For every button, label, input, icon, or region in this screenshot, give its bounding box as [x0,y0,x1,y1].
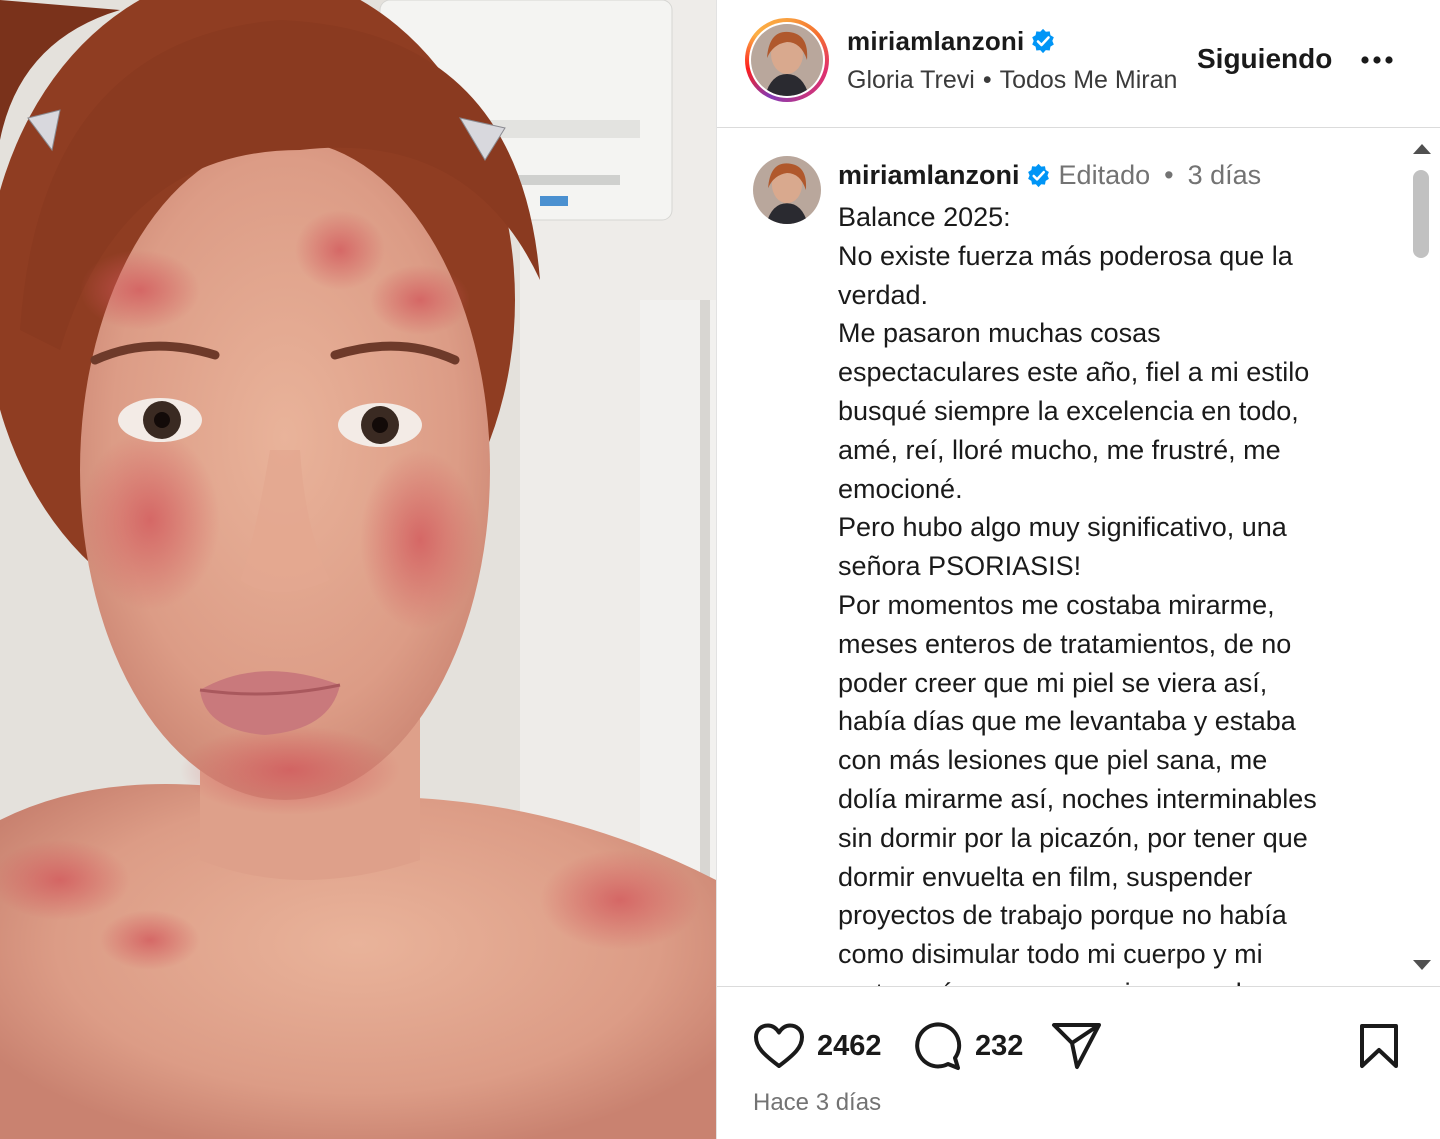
caption-line: dolía mirarme así, noches interminables [838,783,1317,814]
heart-icon[interactable] [753,1023,805,1069]
story-ring[interactable] [745,18,829,102]
bookmark-icon[interactable] [1359,1023,1399,1069]
scroll-down-arrow-icon[interactable] [1413,960,1431,970]
post-header: miriamlanzoni Gloria Trevi • Todos Me Mira… [717,0,1440,128]
caption-line: sin dormir por la picazón, por tener que [838,822,1308,853]
caption-time[interactable]: 3 días [1188,160,1262,190]
comment-count[interactable]: 232 [975,1030,1023,1063]
caption-line: espectaculares este año, fiel a mi estil… [838,357,1310,388]
post-detail-panel: miriamlanzoni Gloria Trevi • Todos Me Mira… [716,0,1440,1139]
header-username[interactable]: miriamlanzoni [847,26,1024,56]
caption-line: con más lesiones que piel sana, me [838,745,1268,776]
action-bar: 2462 232 Hace 3 días [717,986,1440,1139]
verified-badge-icon [1032,28,1055,54]
music-song[interactable]: Todos Me Miran [1000,66,1178,94]
caption-line: poder creer que mi piel se viera así, [838,667,1268,698]
caption-line: Por momentos me costaba mirarme, [838,589,1275,620]
caption-line: busqué siempre la excelencia en todo, [838,395,1299,426]
edited-label: Editado [1058,160,1151,190]
scroll-up-arrow-icon[interactable] [1413,144,1431,154]
caption-line: como disimular todo mi cuerpo y mi [838,939,1263,970]
more-horizontal-icon[interactable] [1357,48,1397,72]
caption-line: había días que me levantaba y estaba [838,706,1296,737]
following-button[interactable]: Siguiendo [1197,43,1332,75]
music-separator: • [982,66,992,94]
caption-line: amé, reí, lloré mucho, me frustré, me [838,434,1281,465]
comment-icon[interactable] [911,1022,963,1072]
post-photo[interactable] [0,0,716,1139]
caption-line: Balance 2025: [838,202,1011,232]
verified-badge-icon [1027,163,1049,188]
avatar[interactable] [751,24,823,96]
caption-username[interactable]: miriamlanzoni [838,160,1020,190]
caption-line: dormir envuelta en film, suspender [838,861,1253,892]
caption-line: meses enteros de tratamientos, de no [838,628,1292,659]
caption-line: Me pasaron muchas cosas [838,318,1161,349]
caption-line: No existe fuerza más poderosa que la [838,240,1293,271]
post-image [0,0,716,1139]
caption-line: Pero hubo algo muy significativo, una [838,512,1287,543]
caption-line: rostro así, y porque era impensado [838,974,1383,986]
post-timestamp[interactable]: Hace 3 días [753,1089,881,1117]
caption-header: miriamlanzoni Editado • 3 días [838,160,1261,191]
header-username-row[interactable]: miriamlanzoni [847,26,1056,57]
caption-line: emocioné. [838,473,963,504]
caption-section: miriamlanzoni Editado • 3 días Balance 2025… [717,128,1440,986]
caption-text: Balance 2025: No existe fuerza más podero… [838,198,1383,986]
music-artist[interactable]: Gloria Trevi [847,66,975,94]
caption-separator: • [1164,160,1174,190]
music-info[interactable]: Gloria Trevi • Todos Me Miran [847,66,1177,95]
caption-avatar[interactable] [753,156,821,224]
like-count[interactable]: 2462 [817,1030,882,1063]
send-icon[interactable] [1051,1021,1103,1071]
caption-line: señora PSORIASIS! [838,551,1082,582]
caption-line: verdad. [838,279,929,310]
caption-line: proyectos de trabajo porque no había [838,900,1287,931]
scrollbar-thumb[interactable] [1413,170,1429,258]
